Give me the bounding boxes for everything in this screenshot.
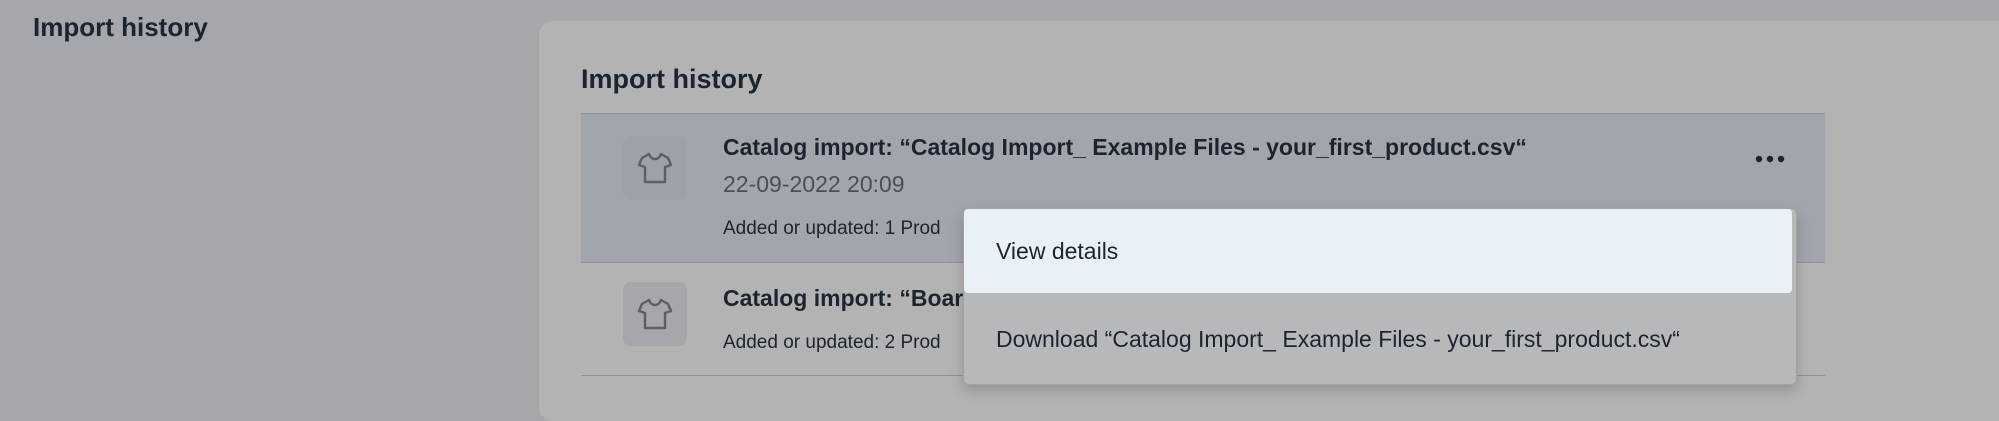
import-title: Catalog import: “Catalog Import_ Example… bbox=[723, 134, 1527, 160]
more-horizontal-icon[interactable] bbox=[1749, 144, 1791, 174]
download-file-menu-item[interactable]: Download “Catalog Import_ Example Files … bbox=[964, 319, 1796, 359]
import-summary: Added or updated: 2 Prod bbox=[723, 332, 941, 353]
row-actions-menu: View details Download “Catalog Import_ E… bbox=[963, 208, 1797, 385]
tshirt-icon bbox=[623, 282, 687, 346]
page-title: Import history bbox=[33, 12, 208, 42]
import-date: 22-09-2022 20:09 bbox=[723, 171, 905, 197]
tshirt-icon bbox=[623, 136, 687, 200]
card-title: Import history bbox=[581, 64, 763, 94]
view-details-menu-item[interactable]: View details bbox=[964, 209, 1792, 293]
import-summary: Added or updated: 1 Prod bbox=[723, 218, 941, 239]
import-title: Catalog import: “Board bbox=[723, 285, 978, 311]
